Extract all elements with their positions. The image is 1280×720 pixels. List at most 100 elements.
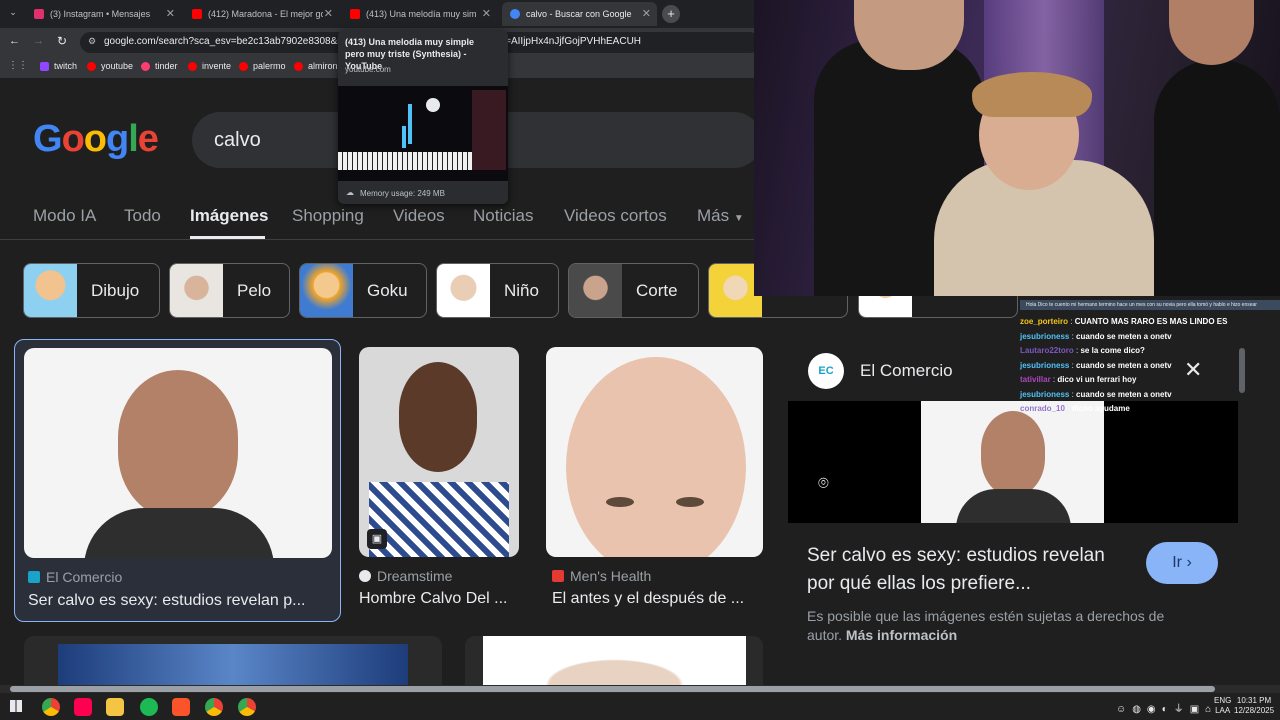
- image-icon: ▣: [367, 529, 387, 549]
- tray-icons[interactable]: ☺◍◉◐⏚▣⌂: [1116, 700, 1217, 715]
- chip-dibujo[interactable]: Dibujo: [23, 263, 160, 318]
- scrollbar-thumb[interactable]: [10, 686, 1215, 692]
- site-info-icon[interactable]: ⚙: [88, 36, 96, 47]
- chat-username: jesubrioness: [1020, 331, 1070, 341]
- nav-noticias[interactable]: Noticias: [473, 206, 533, 226]
- youtube-icon: [192, 9, 202, 19]
- chrome-active-icon[interactable]: [238, 698, 256, 716]
- youtube-icon: [87, 61, 96, 71]
- windows-start-icon[interactable]: [10, 700, 22, 712]
- instagram-icon: [34, 9, 44, 19]
- panel-title[interactable]: Ser calvo es sexy: estudios revelan por …: [807, 542, 1137, 598]
- tab-google[interactable]: calvo - Buscar con Google ✕: [502, 2, 657, 26]
- mens-health-icon: [552, 570, 564, 582]
- result-image: ▣: [359, 347, 519, 557]
- tab-bar: ⌄ (3) Instagram • Mensajes ✕ (412) Marad…: [0, 0, 760, 28]
- apps-icon[interactable]: ⋮⋮: [8, 60, 28, 71]
- chat-overlay: zoe_porteiro : CUANTO MAS RARO ES MAS LI…: [1020, 315, 1242, 435]
- image-result[interactable]: [465, 636, 763, 685]
- brave-icon[interactable]: [172, 698, 190, 716]
- chip-thumbnail: [300, 264, 353, 317]
- nav-videos-cortos[interactable]: Videos cortos: [564, 206, 667, 226]
- chat-message: jesubrioness : cuando se meten a onetv: [1020, 331, 1172, 341]
- chip-thumbnail: [170, 264, 223, 317]
- forward-icon[interactable]: →: [33, 35, 44, 47]
- chip-thumbnail: [24, 264, 77, 317]
- nav-shopping[interactable]: Shopping: [292, 206, 364, 226]
- chrome-icon[interactable]: [42, 698, 60, 716]
- chrome-icon[interactable]: [205, 698, 223, 716]
- dreamstime-icon: [359, 570, 371, 582]
- folder-icon[interactable]: [106, 698, 124, 716]
- copyright-notice: Es posible que las imágenes estén sujeta…: [807, 608, 1165, 643]
- bookmark-invente[interactable]: invente: [188, 61, 231, 71]
- image-result[interactable]: El Comercio Ser calvo es sexy: estudios …: [14, 339, 341, 622]
- close-tab-icon[interactable]: ✕: [642, 7, 651, 20]
- taskbar: ☺◍◉◐⏚▣⌂ ENG LAA 10:31 PM 12/28/2025: [0, 693, 1280, 720]
- tab-search-icon[interactable]: ⌄: [6, 7, 20, 21]
- tab-instagram[interactable]: (3) Instagram • Mensajes ✕: [26, 2, 181, 26]
- spotify-icon[interactable]: [140, 698, 158, 716]
- panel-source-name[interactable]: El Comercio: [860, 361, 953, 381]
- tiktok-icon[interactable]: [74, 698, 92, 716]
- chat-text: cuando se meten a onetv: [1076, 389, 1172, 399]
- piano-keys: [338, 152, 472, 170]
- youtube-icon: [239, 61, 248, 71]
- reload-icon[interactable]: ↻: [57, 34, 67, 48]
- nav-mas[interactable]: Más ▼: [697, 206, 744, 226]
- chat-message: zoe_porteiro : CUANTO MAS RARO ES MAS LI…: [1020, 317, 1228, 326]
- clock[interactable]: 10:31 PM 12/28/2025: [1234, 696, 1274, 716]
- chat-message: tativillar : dico vi un ferrari hoy: [1020, 375, 1137, 384]
- language-indicator[interactable]: ENG LAA: [1214, 696, 1231, 716]
- chevron-right-icon: ›: [1186, 554, 1192, 571]
- bookmark-almiron[interactable]: almiron: [294, 61, 338, 71]
- image-result[interactable]: Men's Health El antes y el después de ..…: [546, 347, 766, 622]
- nav-modo-ia[interactable]: Modo IA: [33, 206, 96, 226]
- new-tab-button[interactable]: +: [662, 5, 680, 23]
- more-info-link[interactable]: Más información: [846, 627, 957, 643]
- twitch-icon: [40, 61, 49, 71]
- memory-icon: ☁: [346, 188, 354, 197]
- person-right: [1154, 60, 1280, 296]
- close-tab-icon[interactable]: ✕: [482, 7, 491, 20]
- go-button[interactable]: Ir ›: [1146, 542, 1218, 584]
- chat-username: tativillar: [1020, 375, 1051, 384]
- el-comercio-icon: [28, 571, 40, 583]
- tab-title: (3) Instagram • Mensajes: [50, 9, 151, 19]
- chat-text: CUANTO MAS RARO ES MAS LINDO ES: [1074, 317, 1228, 326]
- result-source: El Comercio: [46, 569, 123, 585]
- chevron-down-icon: ▼: [733, 213, 744, 224]
- panel-source-logo[interactable]: EC: [808, 353, 844, 389]
- chip-pelo[interactable]: Pelo: [169, 263, 290, 318]
- tab-melodia[interactable]: (413) Una melodía muy simple ✕: [342, 2, 497, 26]
- close-tab-icon[interactable]: ✕: [166, 7, 175, 20]
- webcam-overlay: [754, 0, 1280, 296]
- image-result[interactable]: ▣ Dreamstime Hombre Calvo Del ...: [359, 347, 524, 622]
- chat-username: Lautaro22toro: [1020, 346, 1074, 355]
- chat-text: cuando se meten a onetv: [1076, 331, 1172, 341]
- google-logo[interactable]: Google: [33, 118, 159, 161]
- tab-title: (412) Maradona - El mejor gol d: [208, 9, 323, 19]
- nav-videos[interactable]: Videos: [393, 206, 445, 226]
- lens-icon[interactable]: ⌾: [818, 473, 829, 494]
- nav-imagenes[interactable]: Imágenes: [190, 206, 268, 226]
- result-image: [58, 644, 408, 685]
- back-icon[interactable]: ←: [9, 35, 20, 47]
- close-tab-icon[interactable]: ✕: [324, 7, 333, 20]
- bookmark-twitch[interactable]: twitch: [40, 61, 77, 71]
- chat-username: jesubrioness: [1020, 360, 1070, 370]
- bookmark-palermo[interactable]: palermo: [239, 61, 286, 71]
- tab-maradona[interactable]: (412) Maradona - El mejor gol d ✕: [184, 2, 339, 26]
- youtube-icon: [188, 61, 197, 71]
- chip-goku[interactable]: Goku: [299, 263, 427, 318]
- result-image: [483, 636, 746, 685]
- nav-todo[interactable]: Todo: [124, 206, 161, 226]
- chip-corte[interactable]: Corte: [568, 263, 699, 318]
- google-icon: [510, 9, 520, 19]
- chat-username: zoe_porteiro: [1020, 317, 1069, 326]
- chat-message: jesubrioness : cuando se meten a onetv: [1020, 360, 1172, 370]
- bookmark-youtube[interactable]: youtube: [87, 61, 133, 71]
- chip-nino[interactable]: Niño: [436, 263, 559, 318]
- bookmark-tinder[interactable]: tinder: [141, 61, 178, 71]
- image-result[interactable]: [24, 636, 442, 685]
